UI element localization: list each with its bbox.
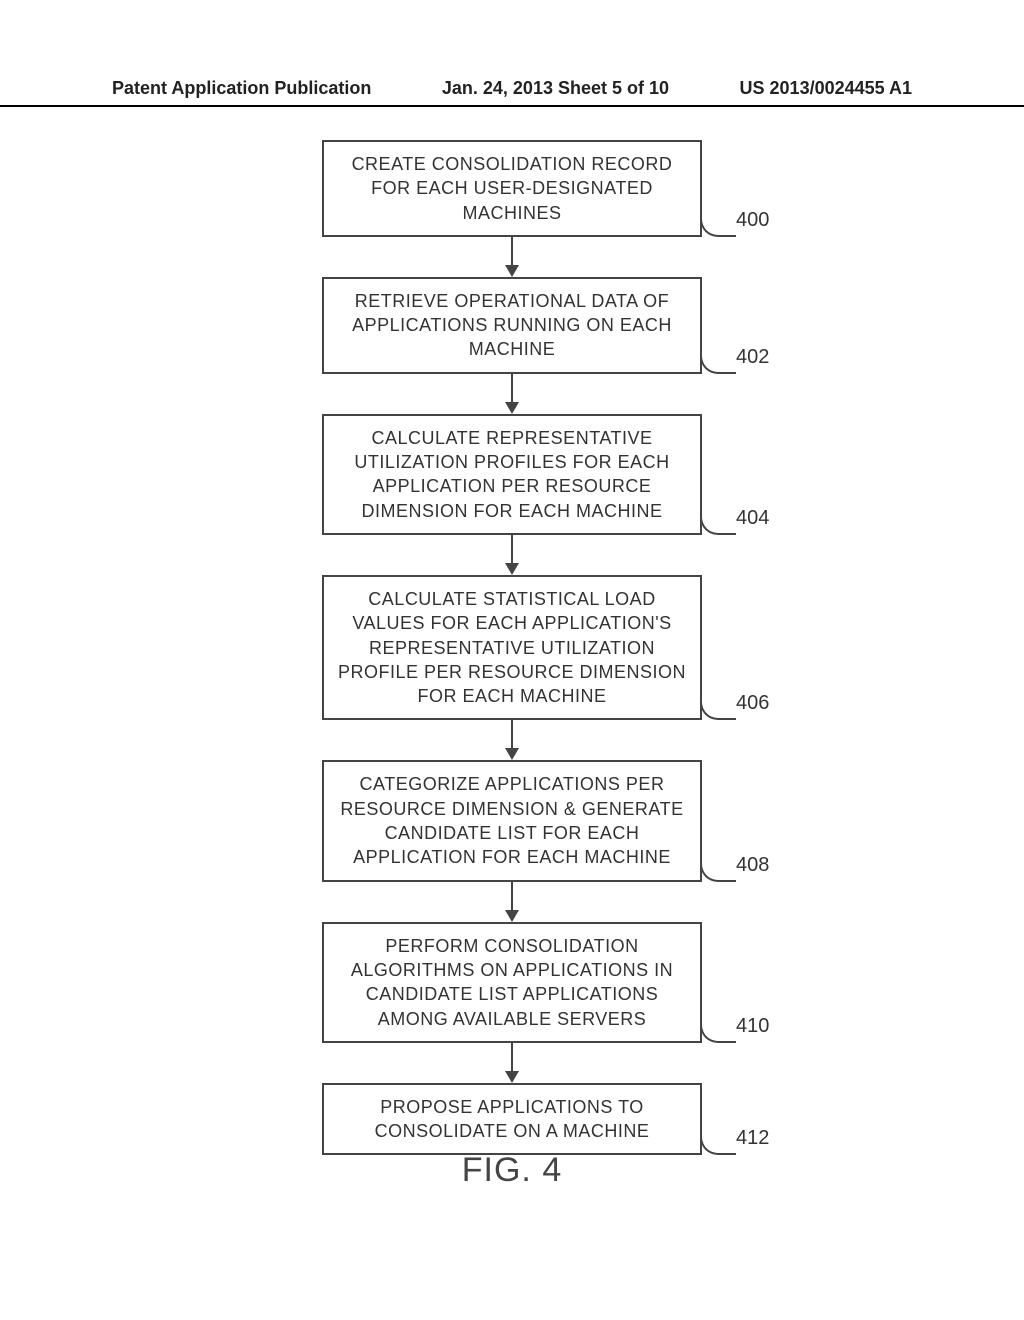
header-right: US 2013/0024455 A1 bbox=[740, 78, 912, 99]
ref-leader bbox=[700, 515, 736, 535]
figure-label: FIG. 4 bbox=[0, 1151, 1024, 1190]
arrow-down-icon bbox=[505, 374, 519, 414]
ref-leader bbox=[700, 217, 736, 237]
flow-step: RETRIEVE OPERATIONAL DATA OF APPLICATION… bbox=[322, 277, 702, 374]
ref-leader bbox=[700, 354, 736, 374]
flow-box-406: CALCULATE STATISTICAL LOAD VALUES FOR EA… bbox=[322, 575, 702, 720]
flow-box-412: PROPOSE APPLICATIONS TO CONSOLIDATE ON A… bbox=[322, 1083, 702, 1156]
ref-number-406: 406 bbox=[736, 692, 769, 715]
header-left: Patent Application Publication bbox=[112, 78, 371, 99]
ref-number-412: 412 bbox=[736, 1127, 769, 1150]
flow-box-410: PERFORM CONSOLIDATION ALGORITHMS ON APPL… bbox=[322, 922, 702, 1043]
flow-box-404: CALCULATE REPRESENTATIVE UTILIZATION PRO… bbox=[322, 414, 702, 535]
ref-leader bbox=[700, 700, 736, 720]
ref-number-404: 404 bbox=[736, 507, 769, 530]
flow-step: CATEGORIZE APPLICATIONS PER RESOURCE DIM… bbox=[322, 760, 702, 881]
page: Patent Application Publication Jan. 24, … bbox=[0, 0, 1024, 1320]
flow-step: CALCULATE REPRESENTATIVE UTILIZATION PRO… bbox=[322, 414, 702, 535]
arrow-down-icon bbox=[505, 1043, 519, 1083]
flow-box-402: RETRIEVE OPERATIONAL DATA OF APPLICATION… bbox=[322, 277, 702, 374]
ref-leader bbox=[700, 1023, 736, 1043]
flowchart: CREATE CONSOLIDATION RECORD FOR EACH USE… bbox=[0, 140, 1024, 1155]
flow-step: CREATE CONSOLIDATION RECORD FOR EACH USE… bbox=[322, 140, 702, 237]
ref-number-410: 410 bbox=[736, 1015, 769, 1038]
ref-number-400: 400 bbox=[736, 209, 769, 232]
ref-leader bbox=[700, 862, 736, 882]
arrow-down-icon bbox=[505, 882, 519, 922]
flow-box-400: CREATE CONSOLIDATION RECORD FOR EACH USE… bbox=[322, 140, 702, 237]
ref-number-408: 408 bbox=[736, 854, 769, 877]
ref-number-402: 402 bbox=[736, 346, 769, 369]
flow-step: PERFORM CONSOLIDATION ALGORITHMS ON APPL… bbox=[322, 922, 702, 1043]
flow-box-408: CATEGORIZE APPLICATIONS PER RESOURCE DIM… bbox=[322, 760, 702, 881]
flow-step: CALCULATE STATISTICAL LOAD VALUES FOR EA… bbox=[322, 575, 702, 720]
arrow-down-icon bbox=[505, 720, 519, 760]
arrow-down-icon bbox=[505, 237, 519, 277]
header-bar: Patent Application Publication Jan. 24, … bbox=[0, 78, 1024, 107]
header-center: Jan. 24, 2013 Sheet 5 of 10 bbox=[442, 78, 669, 99]
arrow-down-icon bbox=[505, 535, 519, 575]
flow-step: PROPOSE APPLICATIONS TO CONSOLIDATE ON A… bbox=[322, 1083, 702, 1156]
